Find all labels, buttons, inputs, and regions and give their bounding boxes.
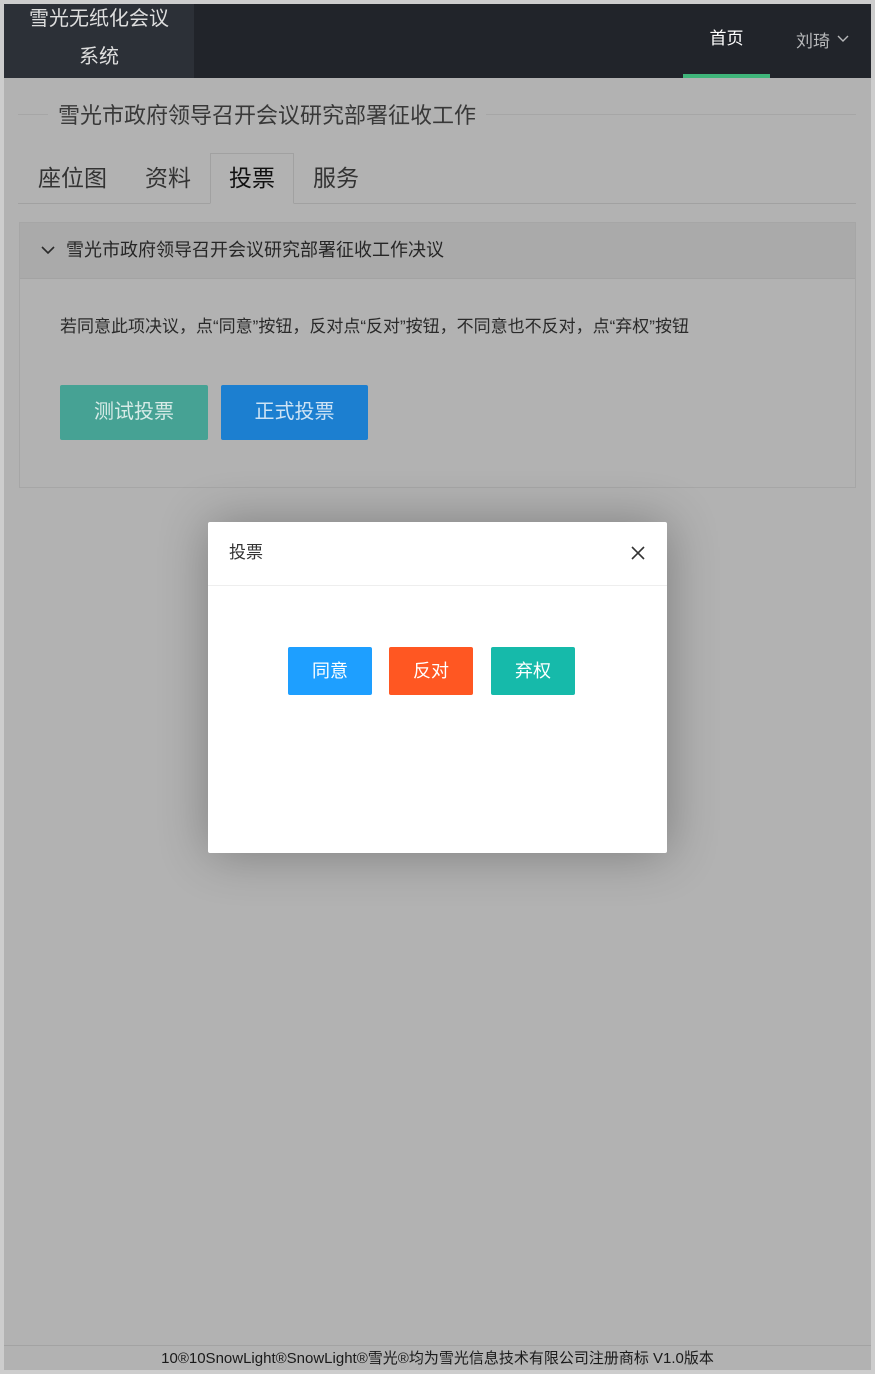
test-vote-button[interactable]: 测试投票 (60, 385, 208, 440)
nav-active-indicator (683, 74, 770, 78)
tab-voting[interactable]: 投票 (210, 153, 294, 204)
dialog-title-divider (208, 585, 667, 586)
vote-instruction: 若同意此项决议，点“同意”按钮，反对点“反对”按钮，不同意也不反对，点“弃权”按… (60, 317, 689, 336)
footer-copyright: 10®10SnowLight®SnowLight®雪光®均为雪光信息技术有限公司… (161, 1350, 714, 1367)
abstain-button[interactable]: 弃权 (491, 647, 575, 695)
nav-item-home[interactable]: 首页 (683, 4, 770, 78)
agree-button[interactable]: 同意 (288, 647, 372, 695)
formal-vote-button[interactable]: 正式投票 (221, 385, 368, 440)
tab-services[interactable]: 服务 (294, 153, 378, 203)
nav-item-home-label: 首页 (709, 29, 744, 48)
page-title: 雪光市政府领导召开会议研究部署征收工作 (48, 100, 487, 132)
resolution-title: 雪光市政府领导召开会议研究部署征收工作决议 (66, 240, 444, 260)
resolution-panel: 雪光市政府领导召开会议研究部署征收工作决议 若同意此项决议，点“同意”按钮，反对… (19, 222, 856, 488)
user-name: 刘琦 (796, 31, 830, 51)
user-menu[interactable]: 刘琦 (796, 4, 849, 74)
tab-materials[interactable]: 资料 (126, 153, 210, 203)
tab-seating-chart[interactable]: 座位图 (19, 153, 126, 203)
vote-dialog: 投票 同意 反对 弃权 (208, 522, 667, 853)
tab-bar: 座位图 资料 投票 服务 (19, 153, 378, 204)
app-logo-text: 雪光无纸化会议系统 (29, 8, 169, 68)
oppose-button[interactable]: 反对 (389, 647, 473, 695)
footer-divider (4, 1345, 871, 1346)
close-icon[interactable] (631, 546, 645, 560)
dialog-title: 投票 (229, 543, 263, 562)
top-header: 雪光无纸化会议系统 首页 刘琦 (4, 4, 871, 78)
chevron-down-icon (837, 35, 849, 42)
resolution-panel-header[interactable]: 雪光市政府领导召开会议研究部署征收工作决议 (20, 223, 855, 279)
app-logo[interactable]: 雪光无纸化会议系统 (4, 4, 194, 78)
app-window: 雪光无纸化会议系统 首页 刘琦 雪光市政府领导召开会议研究部署征收工作 座位图 … (0, 0, 875, 1374)
chevron-down-icon (41, 246, 55, 255)
